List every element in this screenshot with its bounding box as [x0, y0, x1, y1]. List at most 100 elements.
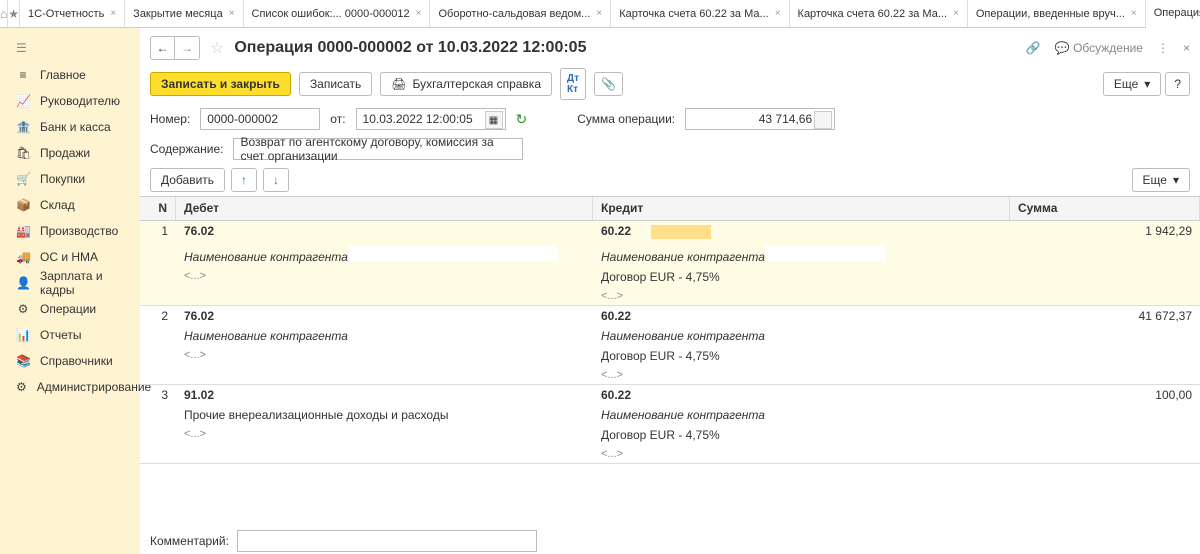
tab-0[interactable]: 1С-Отчетность×: [20, 0, 125, 27]
close-page-icon[interactable]: ×: [1183, 41, 1190, 55]
close-icon[interactable]: ×: [229, 8, 235, 19]
sidebar-item-label: Производство: [40, 224, 118, 238]
sum-label: Сумма операции:: [577, 112, 675, 126]
sidebar-item-9[interactable]: ⚙Операции: [0, 296, 140, 322]
tab-7[interactable]: Операция 0000-000002 от 1...×: [1146, 0, 1200, 28]
sidebar-item-label: Зарплата и кадры: [40, 269, 140, 297]
table-row[interactable]: 276.0260.2241 672,37Наименование контраг…: [140, 306, 1200, 385]
sum-field[interactable]: 43 714,66: [685, 108, 835, 130]
attach-button[interactable]: 📎: [594, 72, 623, 96]
close-icon[interactable]: ×: [110, 8, 116, 19]
link-icon[interactable]: 🔗: [1026, 41, 1041, 55]
tab-3[interactable]: Оборотно-сальдовая ведом...×: [430, 0, 611, 27]
sidebar: ☰ ≡Главное📈Руководителю🏦Банк и касса🛍Про…: [0, 28, 140, 554]
debit-account[interactable]: 76.02: [176, 306, 593, 326]
home-icon[interactable]: ⌂: [0, 0, 8, 27]
sidebar-icon: 📊: [16, 328, 30, 342]
sidebar-icon: 🚚: [16, 250, 30, 264]
close-icon[interactable]: ×: [953, 8, 959, 19]
debit-sub[interactable]: <...>: [176, 425, 593, 445]
col-n[interactable]: N: [140, 197, 176, 220]
sidebar-item-label: Банк и касса: [40, 120, 111, 134]
debit-sub[interactable]: <...>: [176, 346, 593, 366]
sidebar-item-0[interactable]: ≡Главное: [0, 62, 140, 88]
debit-account[interactable]: 76.02: [176, 221, 593, 242]
credit-account[interactable]: 60.22: [593, 306, 1010, 326]
sidebar-item-label: Руководителю: [40, 94, 120, 108]
tab-6[interactable]: Операции, введенные вруч...×: [968, 0, 1146, 27]
refresh-icon[interactable]: ↻: [516, 111, 528, 128]
sidebar-item-4[interactable]: 🛒Покупки: [0, 166, 140, 192]
sidebar-icon: 👤: [16, 276, 30, 290]
sidebar-icon: ⚙: [16, 380, 27, 394]
entries-grid: N Дебет Кредит Сумма 176.0260.221 942,29…: [140, 196, 1200, 464]
credit-agreement[interactable]: Договор EUR - 4,75%: [593, 425, 1010, 445]
sidebar-item-5[interactable]: 📦Склад: [0, 192, 140, 218]
sidebar-item-10[interactable]: 📊Отчеты: [0, 322, 140, 348]
credit-account[interactable]: 60.22: [593, 221, 1010, 242]
debit-party[interactable]: Прочие внереализационные доходы и расход…: [176, 405, 593, 425]
save-close-button[interactable]: Записать и закрыть: [150, 72, 291, 96]
sidebar-item-6[interactable]: 🏭Производство: [0, 218, 140, 244]
sidebar-item-12[interactable]: ⚙Администрирование: [0, 374, 140, 400]
number-field[interactable]: 0000-000002: [200, 108, 320, 130]
tab-2[interactable]: Список ошибок:... 0000-000012×: [244, 0, 431, 27]
back-button[interactable]: ←: [151, 37, 175, 59]
tab-1[interactable]: Закрытие месяца×: [125, 0, 243, 27]
grid-more-button[interactable]: Еще ▾: [1132, 168, 1190, 192]
discuss-icon[interactable]: 💬 Обсуждение: [1055, 41, 1143, 55]
close-icon[interactable]: ×: [1131, 8, 1137, 19]
credit-sub[interactable]: <...>: [593, 287, 1010, 305]
close-icon[interactable]: ×: [596, 8, 602, 19]
credit-party[interactable]: Наименование контрагента: [593, 242, 1010, 267]
credit-party[interactable]: Наименование контрагента: [593, 405, 1010, 425]
table-row[interactable]: 391.0260.22100,00Прочие внереализационны…: [140, 385, 1200, 464]
add-row-button[interactable]: Добавить: [150, 168, 225, 192]
debit-party[interactable]: Наименование контрагента: [176, 326, 593, 346]
sidebar-item-1[interactable]: 📈Руководителю: [0, 88, 140, 114]
sidebar-toggle-icon[interactable]: ☰: [0, 34, 140, 62]
star-icon[interactable]: ★: [8, 0, 20, 27]
credit-party[interactable]: Наименование контрагента: [593, 326, 1010, 346]
sidebar-item-8[interactable]: 👤 Зарплата и кадры: [0, 270, 140, 296]
from-label: от:: [330, 112, 345, 126]
favorite-icon[interactable]: ☆: [210, 38, 224, 58]
date-field[interactable]: 10.03.2022 12:00:05 ▦: [356, 108, 506, 130]
desc-field[interactable]: Возврат по агентскому договору, комиссия…: [233, 138, 523, 160]
sidebar-item-2[interactable]: 🏦Банк и касса: [0, 114, 140, 140]
tab-5[interactable]: Карточка счета 60.22 за Ма...×: [790, 0, 968, 27]
table-row[interactable]: 176.0260.221 942,29Наименование контраге…: [140, 221, 1200, 306]
debit-party[interactable]: Наименование контрагента: [176, 242, 593, 267]
col-credit[interactable]: Кредит: [593, 197, 1010, 220]
col-sum[interactable]: Сумма: [1010, 197, 1200, 220]
sidebar-item-3[interactable]: 🛍Продажи: [0, 140, 140, 166]
sidebar-item-7[interactable]: 🚚 ОС и НМА: [0, 244, 140, 270]
credit-account[interactable]: 60.22: [593, 385, 1010, 405]
credit-sub[interactable]: <...>: [593, 445, 1010, 463]
dt-kt-button[interactable]: ДтКт: [560, 68, 586, 100]
comment-field[interactable]: [237, 530, 537, 552]
more-button[interactable]: Еще ▾: [1103, 72, 1161, 96]
sidebar-item-11[interactable]: 📚Справочники: [0, 348, 140, 374]
more-header-icon[interactable]: ⋮: [1157, 41, 1169, 55]
move-down-button[interactable]: ↓: [263, 168, 289, 192]
close-icon[interactable]: ×: [775, 8, 781, 19]
save-button[interactable]: Записать: [299, 72, 372, 96]
row-sum: 1 942,29: [1010, 221, 1200, 242]
calculator-icon[interactable]: [814, 111, 832, 129]
debit-sub[interactable]: <...>: [176, 267, 593, 287]
debit-account[interactable]: 91.02: [176, 385, 593, 405]
credit-agreement[interactable]: Договор EUR - 4,75%: [593, 346, 1010, 366]
sidebar-item-label: ОС и НМА: [40, 250, 98, 264]
help-button[interactable]: ?: [1165, 72, 1190, 96]
print-button[interactable]: 🖨Бухгалтерская справка: [380, 72, 552, 96]
credit-sub[interactable]: <...>: [593, 366, 1010, 384]
col-debit[interactable]: Дебет: [176, 197, 593, 220]
move-up-button[interactable]: ↑: [231, 168, 257, 192]
close-icon[interactable]: ×: [416, 8, 422, 19]
credit-agreement[interactable]: Договор EUR - 4,75%: [593, 267, 1010, 287]
calendar-icon[interactable]: ▦: [485, 111, 503, 129]
page-title: Операция 0000-000002 от 10.03.2022 12:00…: [234, 39, 586, 57]
desc-label: Содержание:: [150, 142, 223, 156]
tab-4[interactable]: Карточка счета 60.22 за Ма...×: [611, 0, 789, 27]
